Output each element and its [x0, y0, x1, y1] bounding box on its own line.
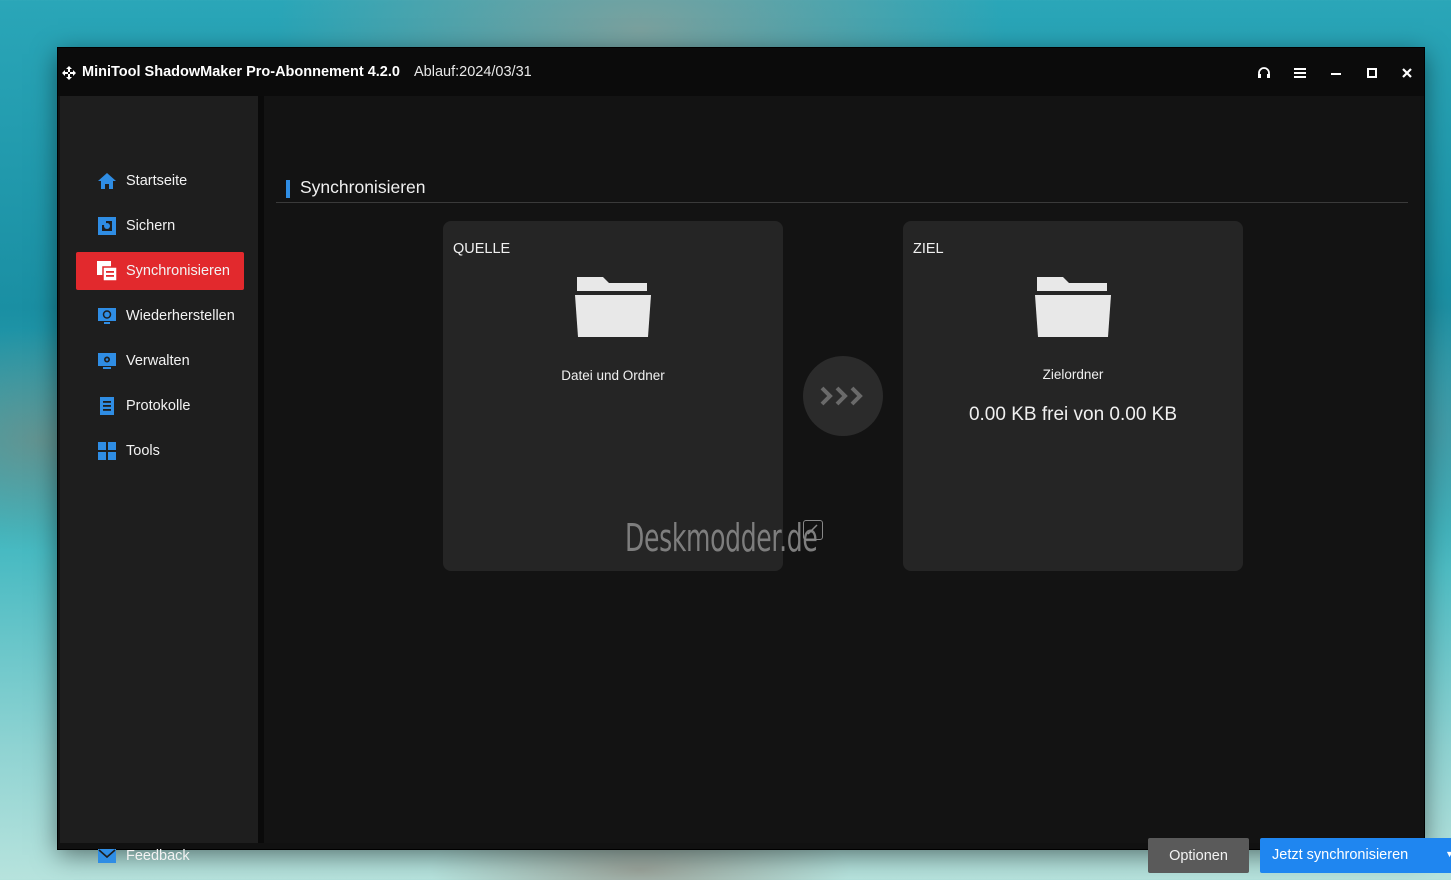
- folder-icon: [575, 275, 651, 339]
- watermark-logo-icon: [803, 520, 823, 540]
- restore-icon: [96, 305, 118, 327]
- target-heading: ZIEL: [913, 241, 944, 257]
- target-card[interactable]: ZIEL Zielordner 0.00 KB frei von 0.00 KB: [903, 221, 1243, 571]
- sync-now-button[interactable]: Jetzt synchronisieren ▼: [1260, 838, 1451, 873]
- title-bar: MiniTool ShadowMaker Pro-Abonnement 4.2.…: [58, 48, 1424, 96]
- sidebar-item-protokolle[interactable]: Protokolle: [76, 387, 244, 425]
- feedback-button[interactable]: Feedback: [76, 837, 244, 875]
- target-label: Zielordner: [1042, 367, 1104, 382]
- sidebar-item-wiederherstellen[interactable]: Wiederherstellen: [76, 297, 244, 335]
- sidebar-item-verwalten[interactable]: Verwalten: [76, 342, 244, 380]
- minimize-icon: [1331, 73, 1341, 75]
- backup-icon: [96, 215, 118, 237]
- sidebar: Startseite Sichern Synchronisieren Wiede…: [60, 96, 258, 864]
- maximize-icon: [1367, 68, 1377, 78]
- menu-button[interactable]: [1289, 62, 1311, 84]
- home-icon: [96, 170, 118, 192]
- tools-icon: [96, 440, 118, 462]
- source-heading: QUELLE: [453, 241, 511, 257]
- section-accent-bar: [286, 180, 290, 198]
- hamburger-icon: [1294, 68, 1306, 78]
- minimize-button[interactable]: [1325, 62, 1347, 84]
- maximize-button[interactable]: [1361, 62, 1383, 84]
- sidebar-item-tools[interactable]: Tools: [76, 432, 244, 470]
- manage-icon: [96, 350, 118, 372]
- sidebar-item-label: Wiederherstellen: [126, 308, 235, 324]
- sidebar-item-label: Synchronisieren: [126, 263, 230, 279]
- close-button[interactable]: [1396, 62, 1418, 84]
- sync-icon: [96, 260, 118, 282]
- app-window: MiniTool ShadowMaker Pro-Abonnement 4.2.…: [58, 48, 1451, 873]
- support-button[interactable]: [1253, 62, 1275, 84]
- chevrons-right-icon: [820, 386, 863, 406]
- close-icon: [1402, 68, 1412, 78]
- watermark: Deskmodder.de: [625, 516, 818, 560]
- sidebar-item-label: Startseite: [126, 173, 188, 189]
- sidebar-item-sichern[interactable]: Sichern: [76, 207, 244, 245]
- sidebar-item-label: Tools: [126, 443, 160, 459]
- folder-icon: [1035, 275, 1111, 339]
- mail-icon: [96, 845, 118, 867]
- app-logo-icon: [60, 64, 78, 82]
- sidebar-item-label: Sichern: [126, 218, 176, 234]
- log-icon: [96, 395, 118, 417]
- section-header: Synchronisieren: [276, 176, 1408, 203]
- feedback-label: Feedback: [126, 848, 190, 864]
- headset-icon: [1258, 67, 1270, 78]
- dropdown-caret-icon[interactable]: ▼: [1445, 849, 1451, 859]
- app-title: MiniTool ShadowMaker Pro-Abonnement 4.2.…: [82, 64, 400, 80]
- sync-direction-indicator: [803, 356, 883, 436]
- source-label: Datei und Ordner: [561, 368, 665, 383]
- subscription-expiry: Ablauf:2024/03/31: [414, 64, 532, 80]
- sidebar-item-startseite[interactable]: Startseite: [76, 162, 244, 200]
- sidebar-item-label: Verwalten: [126, 353, 190, 369]
- sidebar-item-label: Protokolle: [126, 398, 191, 414]
- options-button[interactable]: Optionen: [1148, 838, 1249, 873]
- target-capacity: 0.00 KB frei von 0.00 KB: [968, 404, 1178, 425]
- page-title: Synchronisieren: [300, 177, 426, 197]
- sidebar-item-synchronisieren[interactable]: Synchronisieren: [76, 252, 244, 290]
- sync-now-label: Jetzt synchronisieren: [1272, 847, 1409, 863]
- main-panel: Synchronisieren QUELLE Datei und Ordner …: [264, 96, 1451, 873]
